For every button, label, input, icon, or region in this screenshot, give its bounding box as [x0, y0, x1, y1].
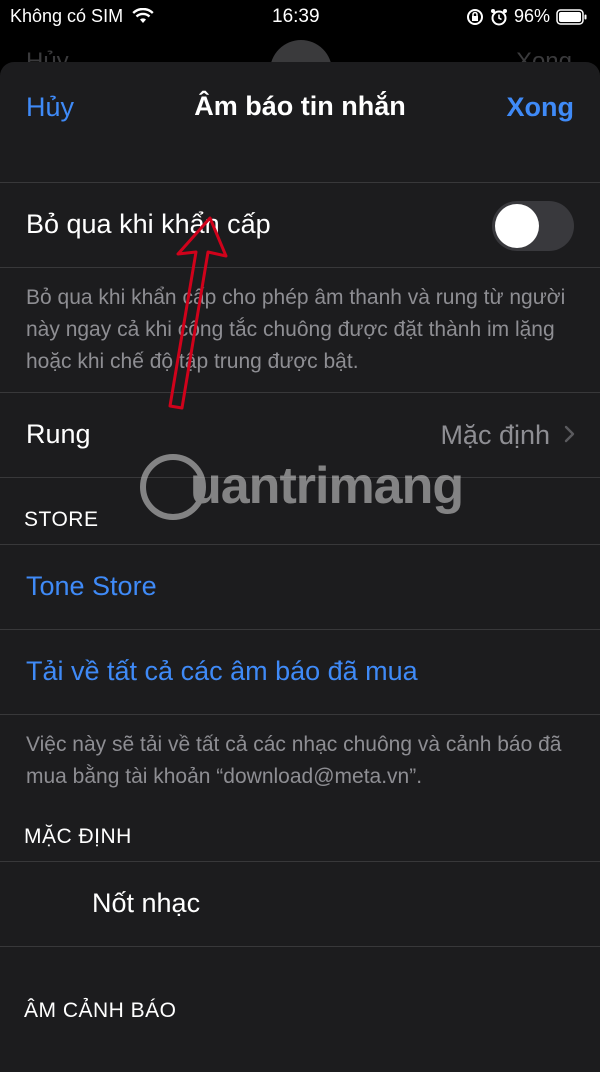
- tone-store-link[interactable]: Tone Store: [26, 571, 157, 602]
- battery-percent: 96%: [513, 6, 550, 26]
- message-tone-sheet: Hủy Âm báo tin nhắn Xong Bỏ qua khi khẩn…: [0, 62, 600, 1072]
- emergency-bypass-footer: Bỏ qua khi khẩn cấp cho phép âm thanh và…: [26, 286, 566, 373]
- vibration-value: Mặc định: [440, 420, 550, 450]
- done-button[interactable]: Xong: [507, 92, 575, 123]
- orientation-lock-icon: [466, 8, 483, 25]
- status-right-group: 96%: [466, 6, 588, 27]
- nav-bar: Hủy Âm báo tin nhắn Xong: [0, 62, 600, 154]
- wifi-icon: [132, 7, 154, 23]
- alarm-icon: [490, 8, 507, 25]
- battery-icon: [556, 8, 587, 25]
- status-carrier-group: Không có SIM: [10, 6, 154, 27]
- default-section-header: MẶC ĐỊNH: [0, 807, 600, 861]
- carrier-label: Không có SIM: [10, 6, 124, 26]
- alert-tones-section-header: ÂM CẢNH BÁO: [0, 947, 600, 1022]
- alert-tones-header-label: ÂM CẢNH BÁO: [24, 999, 177, 1022]
- vibration-label: Rung: [26, 419, 91, 449]
- store-section-header: STORE: [0, 478, 600, 544]
- default-header-label: MẶC ĐỊNH: [24, 825, 132, 848]
- default-tone-row[interactable]: Nốt nhạc: [0, 862, 600, 946]
- status-bar: Không có SIM 16:39 96%: [0, 0, 600, 34]
- download-all-link[interactable]: Tải về tất cả các âm báo đã mua: [26, 656, 418, 687]
- emergency-bypass-row: Bỏ qua khi khẩn cấp: [0, 183, 600, 267]
- toggle-knob: [495, 204, 539, 248]
- chevron-right-icon: [564, 425, 575, 443]
- tone-store-row[interactable]: Tone Store: [0, 545, 600, 629]
- vibration-row[interactable]: Rung Mặc định: [0, 393, 600, 477]
- emergency-bypass-toggle[interactable]: [492, 201, 574, 251]
- default-tone-label: Nốt nhạc: [92, 888, 201, 918]
- emergency-bypass-label: Bỏ qua khi khẩn cấp: [26, 209, 271, 239]
- store-footer: Việc này sẽ tải về tất cả các nhạc chuôn…: [26, 733, 562, 788]
- store-header-label: STORE: [24, 508, 99, 531]
- download-all-row[interactable]: Tải về tất cả các âm báo đã mua: [0, 630, 600, 714]
- status-time: 16:39: [272, 6, 320, 27]
